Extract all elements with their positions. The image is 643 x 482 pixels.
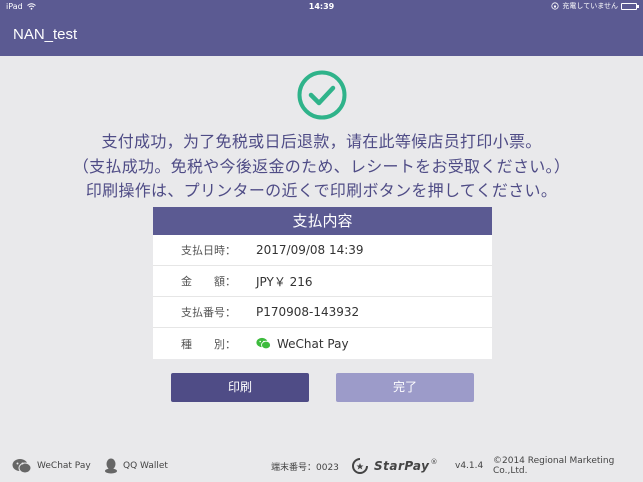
starpay-logo-icon (352, 458, 368, 474)
navbar: NAN_test (0, 12, 643, 56)
payment-type-value: WeChat Pay (277, 336, 349, 351)
row-value-wrap: WeChat Pay (256, 337, 349, 351)
wechat-icon (256, 337, 271, 350)
copyright: ©2014 Regional Marketing Co.,Ltd. (493, 456, 615, 476)
print-button[interactable]: 印刷 (171, 373, 309, 402)
footer-brand: StarPay ® (351, 458, 437, 474)
wifi-icon (26, 2, 36, 10)
status-left: iPad (6, 2, 36, 11)
wechat-pay-icon (12, 459, 32, 474)
message-japanese-paren: （支払成功。免税や今後返金のため、レシートをお受取ください。） (72, 157, 571, 176)
row-label: 種 別： (181, 337, 236, 351)
status-right: 充電していません (551, 1, 639, 11)
card-header: 支払内容 (153, 207, 492, 235)
row-value: P170908-143932 (256, 305, 360, 319)
message-print-instruction: 印刷操作は、プリンターの近くで印刷ボタンを押してください。 (85, 181, 558, 200)
registered-mark-icon: ® (430, 458, 438, 466)
charging-status: 充電していません (562, 2, 618, 10)
status-time: 14:39 (308, 1, 335, 11)
device-label: iPad (6, 1, 23, 11)
payment-details-card: 支払内容 支払日時： 2017/09/08 14:39 金 額： JPY￥ 21… (153, 207, 492, 359)
row-label: 金 額： (181, 275, 236, 288)
row-value: JPY￥ 216 (256, 274, 313, 289)
row-value: 2017/09/08 14:39 (256, 243, 364, 257)
message-chinese: 支付成功，为了免税或日后退款，请在此等候店员打印小票。 (101, 132, 542, 151)
terminal-number: 端末番号：0023 (271, 462, 339, 473)
battery-icon (621, 2, 639, 10)
starpay-brand: StarPay (374, 459, 430, 473)
footer: WeChat Pay QQ Wallet 端末番号：0023 StarPay ® … (0, 455, 643, 477)
row-amount: 金 額： JPY￥ 216 (153, 266, 492, 297)
footer-wechat-pay: WeChat Pay (12, 458, 91, 474)
row-payment-type: 種 別： WeChat Pay (153, 328, 492, 359)
qq-wallet-label: QQ Wallet (123, 461, 168, 471)
app-version: v4.1.4 (455, 461, 484, 471)
row-payment-number: 支払番号： P170908-143932 (153, 297, 492, 328)
rotation-lock-icon (551, 2, 560, 10)
wechat-pay-label: WeChat Pay (37, 461, 91, 471)
done-button[interactable]: 完了 (336, 373, 474, 402)
footer-qq-wallet: QQ Wallet (104, 458, 168, 474)
qq-icon (105, 458, 117, 474)
app-title: NAN_test (13, 25, 78, 43)
status-bar: iPad 14:39 充電していません (0, 0, 643, 12)
success-check-icon (297, 70, 347, 120)
row-payment-datetime: 支払日時： 2017/09/08 14:39 (153, 235, 492, 266)
row-label: 支払日時： (181, 244, 236, 257)
row-label: 支払番号： (181, 306, 236, 319)
